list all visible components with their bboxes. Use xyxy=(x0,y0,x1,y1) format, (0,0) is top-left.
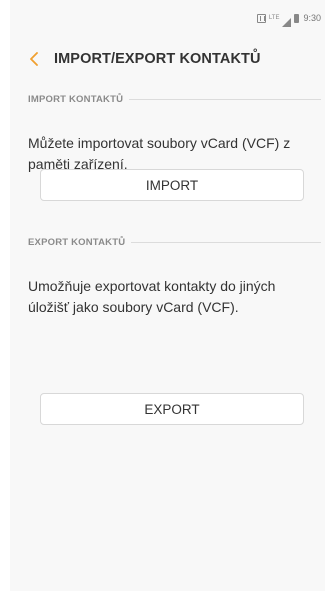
nfc-icon xyxy=(256,13,266,23)
export-button[interactable]: EXPORT xyxy=(40,393,304,425)
screen: LTE 9:30 IMPORT/EXPORT KONTAKTŮ IMPORT K… xyxy=(10,0,325,591)
divider xyxy=(129,99,321,100)
divider xyxy=(131,242,321,243)
import-section-header: IMPORT KONTAKTŮ xyxy=(28,94,321,105)
clock: 9:30 xyxy=(303,13,321,23)
import-section-title: IMPORT KONTAKTŮ xyxy=(28,94,124,105)
status-bar: LTE 9:30 xyxy=(10,0,325,36)
app-header: IMPORT/EXPORT KONTAKTŮ xyxy=(10,42,325,76)
import-button[interactable]: IMPORT xyxy=(40,169,304,201)
export-description: Umožňuje exportovat kontakty do jiných ú… xyxy=(28,278,276,315)
lte-icon: LTE xyxy=(268,14,280,21)
battery-icon xyxy=(294,13,300,23)
export-section-header: EXPORT KONTAKTŮ xyxy=(28,237,321,248)
export-section-title: EXPORT KONTAKTŮ xyxy=(28,237,126,248)
signal-icon xyxy=(282,9,292,27)
page-title: IMPORT/EXPORT KONTAKTŮ xyxy=(54,51,261,67)
chevron-left-icon xyxy=(30,52,38,66)
back-button[interactable] xyxy=(16,42,52,76)
